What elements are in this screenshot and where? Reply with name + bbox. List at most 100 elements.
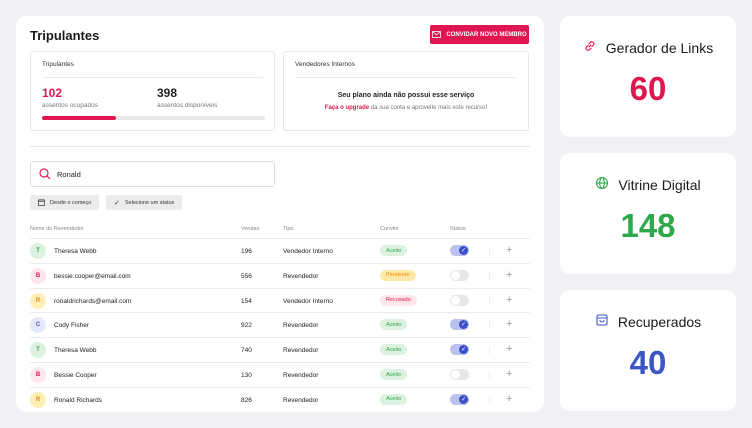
invite-label: CONVIDAR NOVO MEMBRO xyxy=(446,31,527,38)
status-toggle[interactable] xyxy=(450,294,469,306)
seller-type: Revendedor xyxy=(283,372,319,379)
seller-type: Vendedor Interno xyxy=(283,248,333,255)
plus-icon[interactable]: + xyxy=(506,244,512,256)
table-row[interactable]: B Bessie Cooper 130 Revendedor Aceito + xyxy=(30,362,530,387)
occupied-label: assentos ocupados xyxy=(42,102,99,109)
seller-type: Revendedor xyxy=(283,322,319,330)
divider xyxy=(295,77,517,78)
check-icon: ✓ xyxy=(114,199,120,207)
table-row[interactable]: R ronaldrichards@email.com 154 Vendedor … xyxy=(30,287,530,313)
stat-value: 60 xyxy=(629,70,667,107)
stat-card-gerador-de-links: Gerador de Links 60 xyxy=(560,16,736,137)
sales-count: 556 xyxy=(241,272,252,280)
invite-badge: Recusado xyxy=(380,294,417,306)
sales-count: 740 xyxy=(241,347,252,355)
seats-title: Tripulantes xyxy=(42,61,74,68)
divider xyxy=(42,77,263,78)
status-toggle[interactable]: ✓ xyxy=(450,319,469,331)
sales-count: 826 xyxy=(241,396,252,404)
toggle-knob: ✓ xyxy=(459,246,468,255)
invite-badge: Aceito xyxy=(380,369,408,380)
seller-name: Theresa Webb xyxy=(54,248,97,255)
progress-fill xyxy=(42,116,116,120)
available-label: assentos disponíveis xyxy=(157,102,218,109)
stat-card-vitrine-digital: Vitrine Digital 148 xyxy=(560,153,736,274)
status-toggle[interactable] xyxy=(450,369,469,380)
plus-icon[interactable]: + xyxy=(506,294,512,306)
status-filter-button[interactable]: ✓ Selecione um status xyxy=(106,195,183,210)
toggle-knob: ✓ xyxy=(459,320,468,330)
col-type: Tipo xyxy=(283,226,294,232)
divider xyxy=(489,296,490,305)
invite-badge: Aceito xyxy=(380,319,408,331)
link-icon xyxy=(583,39,597,56)
available-count: 398 xyxy=(157,86,178,100)
seller-name: Ronald Richards xyxy=(54,396,103,404)
stat-label: Vitrine Digital xyxy=(618,176,701,193)
date-filter-button[interactable]: Desde o começo xyxy=(30,195,100,210)
divider xyxy=(489,247,490,255)
upgrade-link[interactable]: Faça o upgrade xyxy=(325,105,369,111)
avatar: B xyxy=(30,367,46,383)
table-row[interactable]: T Theresa Webb 196 Vendedor Interno Acei… xyxy=(30,238,530,263)
plan-message: Seu plano ainda não possui esse serviço xyxy=(337,92,475,99)
plus-icon[interactable]: + xyxy=(506,393,512,405)
divider xyxy=(30,146,530,147)
stat-value: 40 xyxy=(629,344,667,381)
toggle-knob: ✓ xyxy=(459,394,468,404)
plus-icon[interactable]: + xyxy=(506,368,512,380)
tripulantes-panel: Tripulantes CONVIDAR NOVO MEMBRO Tripula… xyxy=(16,16,544,412)
search-box[interactable] xyxy=(30,161,275,187)
seats-card: Tripulantes 102 assentos ocupados 398 as… xyxy=(30,51,275,131)
avatar: T xyxy=(30,243,46,259)
internal-sellers-card: Vendedores Internos Seu plano ainda não … xyxy=(283,51,529,131)
globe-icon xyxy=(595,176,609,193)
search-icon xyxy=(39,168,51,180)
sales-count: 154 xyxy=(241,297,252,305)
plus-icon[interactable]: + xyxy=(506,269,512,281)
seller-type: Revendedor xyxy=(283,347,319,355)
plus-icon[interactable]: + xyxy=(506,343,512,355)
seats-progress-bar xyxy=(42,116,265,120)
col-sales: Vendas xyxy=(241,226,260,232)
plus-icon[interactable]: + xyxy=(506,318,512,330)
seller-type: Revendedor xyxy=(283,396,319,404)
stat-label: Gerador de Links xyxy=(605,39,714,56)
search-input[interactable] xyxy=(57,169,257,179)
status-toggle[interactable]: ✓ xyxy=(450,393,469,405)
col-invite: Convite xyxy=(380,226,399,232)
toggle-knob: ✓ xyxy=(459,345,468,355)
calendar-icon xyxy=(38,199,45,206)
seller-type: Vendedor Interno xyxy=(283,297,333,305)
stat-value: 148 xyxy=(620,207,676,244)
col-name: Nome do Revendedor xyxy=(30,226,84,232)
table-row[interactable]: B bessie.cooper@email.com 556 Revendedor… xyxy=(30,262,530,288)
seller-name: ronaldrichards@email.com xyxy=(54,297,132,305)
invite-badge: Aceito xyxy=(380,393,408,405)
internal-title: Vendedores Internos xyxy=(295,61,355,68)
status-toggle[interactable]: ✓ xyxy=(450,344,469,356)
avatar: R xyxy=(30,292,46,309)
divider xyxy=(489,395,490,404)
table-row[interactable]: C Cody Fisher 922 Revendedor Aceito ✓ + xyxy=(30,312,530,337)
divider xyxy=(489,271,490,280)
stat-header: Recuperados xyxy=(560,313,736,330)
page-title: Tripulantes xyxy=(30,28,100,43)
upgrade-text: Faça o upgrade da sua conta e aproveite … xyxy=(284,105,528,111)
sales-count: 196 xyxy=(241,248,252,255)
invite-member-button[interactable]: CONVIDAR NOVO MEMBRO xyxy=(430,25,529,44)
stat-card-recuperados: Recuperados 40 xyxy=(560,290,736,411)
seller-name: bessie.cooper@email.com xyxy=(54,272,131,280)
table-row[interactable]: T Theresa Webb 740 Revendedor Aceito ✓ + xyxy=(30,337,530,362)
status-filter-label: Selecione um status xyxy=(124,199,175,206)
status-toggle[interactable]: ✓ xyxy=(450,245,469,256)
avatar: R xyxy=(30,391,46,408)
sales-count: 130 xyxy=(241,372,252,379)
status-toggle[interactable] xyxy=(450,269,469,281)
avatar: C xyxy=(30,317,46,334)
table-row[interactable]: R Ronald Richards 826 Revendedor Aceito … xyxy=(30,386,530,412)
avatar: B xyxy=(30,267,46,284)
sales-count: 922 xyxy=(241,322,252,330)
date-filter-label: Desde o começo xyxy=(50,199,92,206)
toggle-knob xyxy=(451,270,460,280)
